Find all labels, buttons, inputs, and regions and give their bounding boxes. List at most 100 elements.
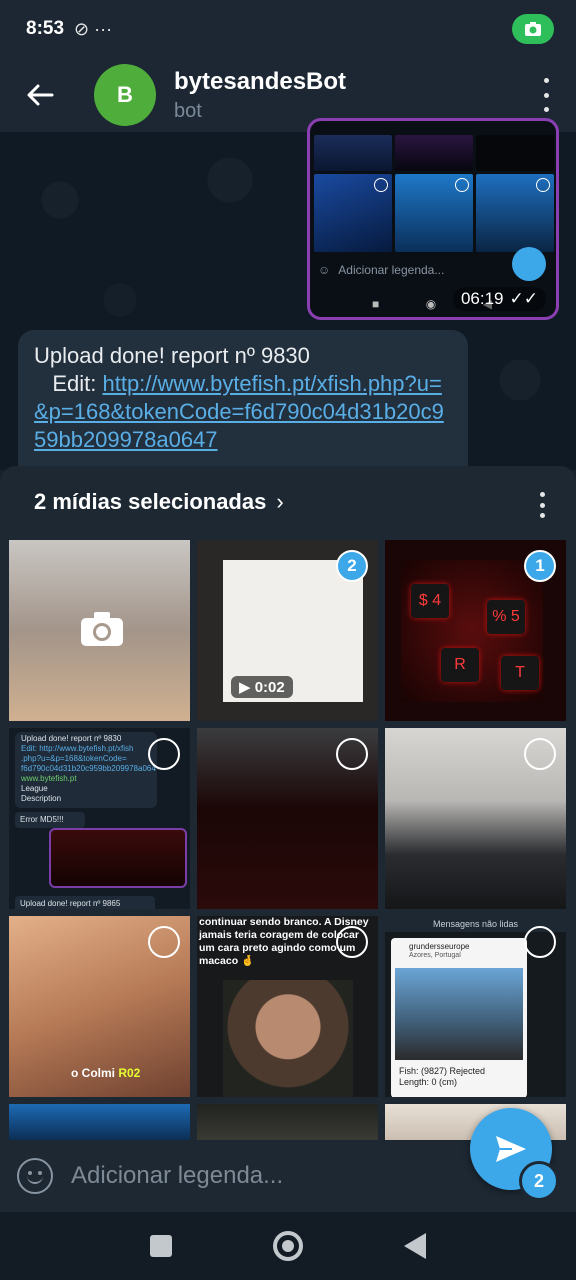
mini-caption: ☺ Adicionar legenda... (318, 263, 444, 277)
thumbnail (314, 135, 392, 171)
select-circle[interactable] (148, 926, 180, 958)
mini-text: www.bytefish.pt (21, 774, 77, 783)
sheet-header[interactable]: 2 mídias selecionadas › (0, 466, 576, 538)
select-circle[interactable] (524, 926, 556, 958)
dot (543, 78, 549, 83)
ring-label-model: R02 (118, 1066, 141, 1080)
portrait-image (223, 980, 353, 1097)
more-options-button[interactable] (540, 78, 552, 112)
back-button[interactable] (0, 58, 80, 132)
camera-tile[interactable] (9, 540, 190, 721)
screen: 8:53 ⊘ ··· B bytesandesBot bot ☺ Adicion… (0, 0, 576, 1280)
message-edit-line: Edit: http://www.bytefish.pt/xfish.php?u… (34, 370, 452, 454)
mini-square-icon: ■ (372, 297, 380, 311)
emoji-icon[interactable] (17, 1158, 53, 1194)
chevron-right-icon: › (276, 489, 284, 514)
recents-icon[interactable] (150, 1235, 173, 1257)
select-circle[interactable] (524, 738, 556, 770)
message-line: Upload done! report nº 9830 (34, 343, 310, 368)
selection-number[interactable]: 2 (336, 550, 368, 582)
camera-indicator-icon (512, 14, 554, 44)
mini-text: f6d790c04d31b20c959bb209978a064 (21, 764, 156, 773)
media-tile-video[interactable]: ▶ 0:02 2 (197, 540, 378, 721)
status-icons: ⊘ ··· (74, 18, 113, 39)
send-icon (496, 1136, 526, 1162)
select-circle-icon (536, 178, 550, 192)
ring-label: o Colmi R02 (71, 1066, 140, 1080)
thumbnail (476, 174, 554, 252)
mini-text: Description (21, 794, 62, 803)
avatar[interactable]: B (94, 64, 156, 126)
double-check-icon: ✓✓ (509, 289, 539, 308)
media-tile-chat-screenshot[interactable]: Upload done! report nº 9830 Edit: http:/… (9, 728, 190, 909)
camera-icon (81, 612, 123, 646)
sheet-more-button[interactable] (538, 492, 546, 518)
media-picker-sheet: 2 mídias selecionadas › ▶ 0:02 2 $ 4 % 5… (0, 466, 576, 1212)
caption-input[interactable] (71, 1156, 451, 1196)
fish-place: Azores, Portugal (409, 952, 461, 959)
media-tile-disney[interactable]: continuar sendo branco. A Disney jamais … (197, 916, 378, 1097)
fish-user: grundersseurope (409, 942, 470, 951)
keyboard-image: $ 4 % 5 R T (401, 560, 543, 702)
mini-message: Upload done! report nº 9830 Edit: http:/… (15, 732, 157, 808)
media-tile-partial[interactable] (197, 1104, 378, 1140)
dot (543, 92, 549, 98)
media-tile-fish[interactable]: Mensagens não lidas grundersseurope Azor… (385, 916, 566, 1097)
edit-label: Edit: (52, 371, 103, 396)
dot (539, 502, 545, 508)
ring-label-prefix: o Colmi (71, 1066, 119, 1080)
mini-text: Upload done! report nº 9830 (21, 734, 122, 743)
message-time-badge: 06:19 ✓✓ (452, 287, 546, 311)
fish-image (395, 968, 523, 1060)
mini-text: Edit: http://www.bytefish.pt/xfish (21, 744, 134, 753)
mini-circle-icon: ◉ (425, 297, 437, 311)
send-count-badge: 2 (519, 1161, 559, 1201)
select-circle-icon (455, 178, 469, 192)
thumbnail (395, 174, 473, 252)
dot (539, 513, 545, 518)
media-tile-keyboard-2[interactable] (197, 728, 378, 909)
selection-number[interactable]: 1 (524, 550, 556, 582)
mini-text: .php?u=&p=168&tokenCode= (21, 754, 127, 763)
thumbnail (314, 174, 392, 252)
dot (539, 492, 545, 497)
thumbnail (395, 135, 473, 171)
fish-caption-block: Fish: (9827) Rejected Length: 0 (cm) (399, 1066, 485, 1088)
sent-screenshot-message[interactable]: ☺ Adicionar legenda... ■ ◉ ◀ 06:19 ✓✓ (307, 118, 559, 320)
mini-keyboard-image (49, 828, 187, 888)
message-time: 06:19 (460, 289, 504, 308)
select-circle[interactable] (336, 926, 368, 958)
select-circle[interactable] (148, 738, 180, 770)
fish-caption: Fish: (9827) Rejected (399, 1066, 486, 1076)
fish-card: grundersseurope Azores, Portugal Fish: (… (391, 938, 527, 1097)
mini-message: Upload done! report nº 9865 (15, 896, 155, 909)
back-arrow-icon (27, 84, 54, 106)
smiley-icon: ☺ (318, 263, 331, 277)
selected-media-title[interactable]: 2 mídias selecionadas (34, 489, 266, 515)
key: % 5 (487, 600, 525, 634)
back-icon[interactable] (403, 1233, 426, 1259)
select-circle-icon (374, 178, 388, 192)
mini-error: Error MD5!!! (15, 812, 85, 828)
key: $ 4 (411, 584, 449, 618)
home-icon[interactable] (272, 1231, 303, 1261)
key: R (441, 648, 479, 682)
mini-caption-placeholder: Adicionar legenda... (338, 263, 445, 277)
status-time: 8:53 (26, 18, 65, 39)
fish-length: Length: 0 (cm) (399, 1077, 458, 1087)
system-nav-bar (0, 1212, 576, 1280)
media-tile-keyboard[interactable]: $ 4 % 5 R T 1 (385, 540, 566, 721)
dot (543, 107, 549, 112)
mini-send-icon (512, 247, 546, 281)
incoming-message[interactable]: Upload done! report nº 9830 Edit: http:/… (18, 330, 468, 480)
key: T (501, 656, 539, 690)
media-tile-partial[interactable] (9, 1104, 190, 1140)
media-tile-ring[interactable]: o Colmi R02 (9, 916, 190, 1097)
media-grid: ▶ 0:02 2 $ 4 % 5 R T 1 Upload done! repo… (9, 540, 567, 1140)
thumbnail (476, 135, 554, 171)
thumbnail-grid (314, 135, 554, 253)
status-bar: 8:53 ⊘ ··· (0, 0, 576, 58)
select-circle[interactable] (336, 738, 368, 770)
media-tile-desk[interactable] (385, 728, 566, 909)
chat-title-block[interactable]: bytesandesBot bot (174, 68, 346, 123)
